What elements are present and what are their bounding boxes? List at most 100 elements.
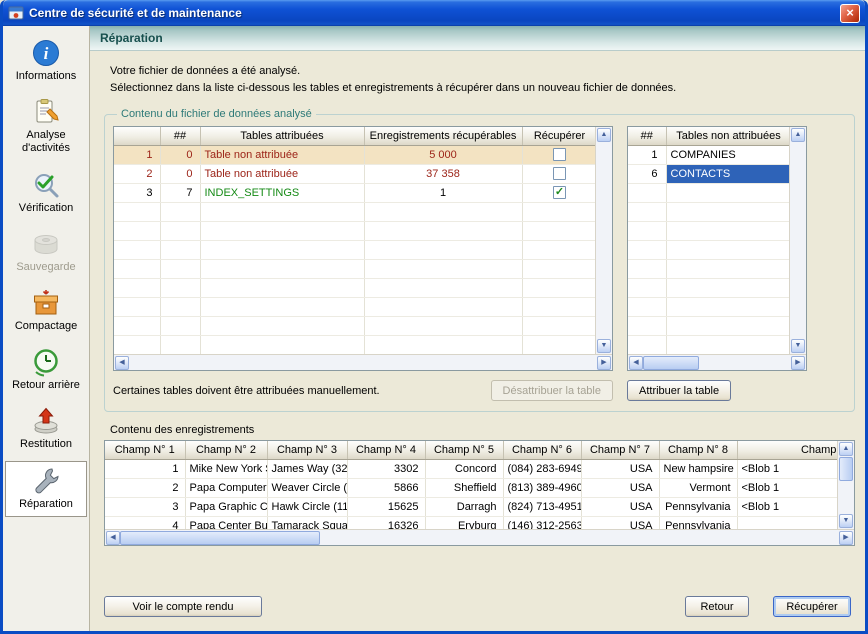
sidebar-item-label: Sauvegarde bbox=[16, 261, 75, 274]
unassign-table-button[interactable]: Désattribuer la table bbox=[491, 380, 613, 401]
table-row-empty bbox=[114, 316, 595, 335]
record-cell: 1 bbox=[105, 459, 185, 478]
scroll-down-button[interactable]: ▼ bbox=[791, 339, 805, 353]
table-name: CONTACTS bbox=[666, 164, 789, 183]
column-header: Champ N° 2 bbox=[185, 441, 267, 459]
record-cell: Pennsylvania bbox=[659, 497, 737, 516]
table-row-empty bbox=[628, 202, 789, 221]
row-number: 1 bbox=[114, 145, 160, 164]
scrollbar-thumb[interactable] bbox=[643, 356, 699, 370]
sidebar-item-restitution[interactable]: Restitution bbox=[5, 401, 87, 457]
table-header-row: ## Tables non attribuées bbox=[628, 127, 789, 145]
table-header-row: Champ N° 1 Champ N° 2 Champ N° 3 Champ N… bbox=[105, 441, 837, 459]
scrollbar-thumb[interactable] bbox=[120, 531, 320, 545]
record-cell: Papa Center Bu bbox=[185, 516, 267, 529]
sidebar-item-retour-arriere[interactable]: Retour arrière bbox=[5, 342, 87, 398]
scroll-down-button[interactable]: ▼ bbox=[839, 514, 853, 528]
sidebar-item-label: Compactage bbox=[15, 320, 77, 333]
group-legend: Contenu du fichier de données analysé bbox=[117, 108, 316, 120]
record-cell bbox=[737, 516, 837, 529]
scroll-up-button[interactable]: ▲ bbox=[839, 442, 853, 456]
svg-text:i: i bbox=[44, 44, 49, 63]
record-cell: (813) 389-4960 bbox=[503, 478, 581, 497]
table-id: 1 bbox=[628, 145, 666, 164]
table-id: 0 bbox=[160, 164, 200, 183]
record-cell: (146) 312-2563 bbox=[503, 516, 581, 529]
horizontal-scrollbar[interactable]: ◀ ▶ bbox=[628, 354, 806, 370]
vertical-scrollbar[interactable]: ▲ ▼ bbox=[837, 441, 854, 529]
horizontal-scrollbar[interactable]: ◀ ▶ bbox=[105, 529, 854, 545]
table-id: 0 bbox=[160, 145, 200, 164]
table-row[interactable]: 1 COMPANIES bbox=[628, 145, 789, 164]
record-row[interactable]: 3 Papa Graphic Cr Hawk Circle (11: 15625… bbox=[105, 497, 837, 516]
scroll-left-button[interactable]: ◀ bbox=[115, 356, 129, 370]
record-cell: (824) 713-4951 bbox=[503, 497, 581, 516]
compact-box-icon bbox=[31, 288, 61, 318]
sidebar-item-analyse-activites[interactable]: Analyse d'activités bbox=[5, 92, 87, 161]
column-header: Champ N° 1 bbox=[105, 441, 185, 459]
record-cell: Concord bbox=[425, 459, 503, 478]
attributed-tables-list: ## Tables attribuées Enregistrements réc… bbox=[113, 126, 613, 371]
sidebar-item-label: Analyse d'activités bbox=[8, 129, 84, 155]
scroll-down-button[interactable]: ▼ bbox=[597, 339, 611, 353]
scroll-up-button[interactable]: ▲ bbox=[791, 128, 805, 142]
section-header-band: Réparation bbox=[90, 26, 865, 51]
record-cell: Vermont bbox=[659, 478, 737, 497]
sidebar-item-verification[interactable]: Vérification bbox=[5, 165, 87, 221]
app-icon bbox=[8, 5, 24, 21]
assign-table-button[interactable]: Attribuer la table bbox=[627, 380, 731, 401]
record-cell: USA bbox=[581, 478, 659, 497]
intro-line-1: Votre fichier de données a été analysé. bbox=[110, 63, 855, 80]
vertical-scrollbar[interactable]: ▲ ▼ bbox=[595, 127, 612, 354]
record-row[interactable]: 1 Mike New York S James Way (32) 3302 Co… bbox=[105, 459, 837, 478]
scroll-up-button[interactable]: ▲ bbox=[597, 128, 611, 142]
table-row-selected[interactable]: 6 CONTACTS bbox=[628, 164, 789, 183]
record-cell: Weaver Circle ( bbox=[267, 478, 347, 497]
recover-checkbox[interactable] bbox=[553, 167, 566, 180]
table-row[interactable]: 2 0 Table non attribuée 37 358 bbox=[114, 164, 595, 183]
scroll-right-button[interactable]: ▶ bbox=[597, 356, 611, 370]
sidebar-item-label: Réparation bbox=[19, 498, 73, 511]
record-row[interactable]: 2 Papa Computer Weaver Circle ( 5866 She… bbox=[105, 478, 837, 497]
close-button[interactable]: × bbox=[840, 4, 860, 23]
intro-text: Votre fichier de données a été analysé. … bbox=[110, 63, 855, 96]
scroll-left-button[interactable]: ◀ bbox=[629, 356, 643, 370]
intro-line-2: Sélectionnez dans la liste ci-dessous le… bbox=[110, 80, 855, 97]
table-row[interactable]: 3 7 INDEX_SETTINGS 1 ✓ bbox=[114, 183, 595, 202]
scroll-left-button[interactable]: ◀ bbox=[106, 531, 120, 545]
record-cell: 3 bbox=[105, 497, 185, 516]
scroll-right-button[interactable]: ▶ bbox=[839, 531, 853, 545]
column-header: Champ N° 5 bbox=[425, 441, 503, 459]
record-count: 1 bbox=[364, 183, 522, 202]
vertical-scrollbar[interactable]: ▲ ▼ bbox=[789, 127, 806, 354]
table-row-empty bbox=[628, 183, 789, 202]
recover-checkbox[interactable] bbox=[553, 148, 566, 161]
record-row[interactable]: 4 Papa Center Bu Tamarack Squar 16326 Er… bbox=[105, 516, 837, 529]
record-cell: USA bbox=[581, 497, 659, 516]
recover-button[interactable]: Récupérer bbox=[773, 596, 851, 617]
table-row[interactable]: 1 0 Table non attribuée 5 000 bbox=[114, 145, 595, 164]
sidebar-item-label: Retour arrière bbox=[12, 379, 80, 392]
sidebar-item-compactage[interactable]: Compactage bbox=[5, 283, 87, 339]
view-report-button[interactable]: Voir le compte rendu bbox=[104, 596, 262, 617]
titlebar[interactable]: Centre de sécurité et de maintenance × bbox=[3, 0, 865, 26]
record-cell: 3302 bbox=[347, 459, 425, 478]
scroll-right-button[interactable]: ▶ bbox=[791, 356, 805, 370]
rollback-clock-icon bbox=[31, 347, 61, 377]
sidebar-item-sauvegarde[interactable]: Sauvegarde bbox=[5, 224, 87, 280]
scrollbar-thumb[interactable] bbox=[839, 457, 853, 481]
horizontal-scrollbar[interactable]: ◀ ▶ bbox=[114, 354, 612, 370]
table-row-empty bbox=[114, 297, 595, 316]
recover-checkbox[interactable]: ✓ bbox=[553, 186, 566, 199]
sidebar-item-informations[interactable]: i Informations bbox=[5, 33, 87, 89]
table-id: 6 bbox=[628, 164, 666, 183]
column-header: Champ N° 4 bbox=[347, 441, 425, 459]
record-cell: James Way (32) bbox=[267, 459, 347, 478]
analyzed-content-group: Contenu du fichier de données analysé bbox=[104, 108, 855, 412]
sidebar-item-reparation[interactable]: Réparation bbox=[5, 461, 87, 517]
column-header-id: ## bbox=[628, 127, 666, 145]
record-cell: <Blob 1 bbox=[737, 459, 837, 478]
record-cell: Hawk Circle (11: bbox=[267, 497, 347, 516]
back-button[interactable]: Retour bbox=[685, 596, 749, 617]
table-name: Table non attribuée bbox=[200, 164, 364, 183]
